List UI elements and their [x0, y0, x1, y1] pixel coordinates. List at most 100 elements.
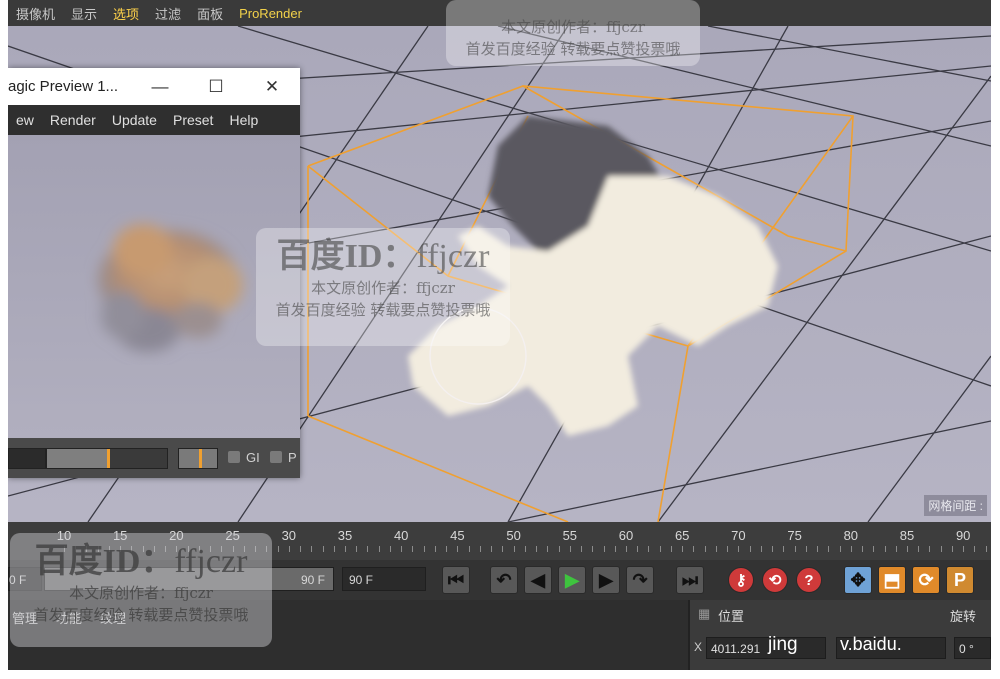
- timeline-tick: [626, 546, 627, 552]
- preview-menu-view[interactable]: ew: [8, 112, 42, 128]
- go-to-start-button[interactable]: ⏮: [442, 566, 470, 594]
- menu-prorender[interactable]: ProRender: [231, 6, 310, 21]
- timeline-tick-label: 55: [562, 528, 578, 543]
- timeline-tick: [951, 546, 953, 552]
- key-parameter-button[interactable]: P: [946, 566, 974, 594]
- close-button[interactable]: ✕: [244, 77, 300, 97]
- timeline-tick: [715, 546, 717, 552]
- timeline-tick-label: 60: [618, 528, 634, 543]
- timeline-tick: [412, 546, 414, 552]
- timeline-tick: [221, 546, 223, 552]
- preview-menu-help[interactable]: Help: [221, 112, 266, 128]
- timeline-tick-label: 35: [337, 528, 353, 543]
- timeline-tick: [524, 546, 526, 552]
- timeline-tick: [468, 546, 470, 552]
- prev-key-button[interactable]: ↶: [490, 566, 518, 594]
- timeline-tick: [311, 546, 313, 552]
- auto-key-button[interactable]: ⟲: [762, 567, 788, 593]
- tab-manage[interactable]: 管理: [12, 608, 38, 627]
- timeline-tick: [895, 546, 897, 552]
- frame-range-slider[interactable]: 90 F: [44, 567, 334, 591]
- maximize-button[interactable]: ☐: [188, 77, 244, 97]
- timeline-tick: [75, 546, 77, 552]
- timeline-tick: [243, 546, 245, 552]
- timeline-tick: [648, 546, 650, 552]
- preview-menu-render[interactable]: Render: [42, 112, 104, 128]
- position-x-field[interactable]: 4011.291: [706, 637, 826, 659]
- minimize-button[interactable]: —: [132, 77, 188, 97]
- timeline-tick: [108, 546, 110, 552]
- menu-camera[interactable]: 摄像机: [8, 4, 63, 23]
- timeline-tick: [547, 546, 549, 552]
- position-header: 位置: [718, 609, 745, 624]
- next-key-button[interactable]: ↷: [626, 566, 654, 594]
- timeline-tick: [142, 546, 144, 552]
- preview-menu-update[interactable]: Update: [104, 112, 165, 128]
- key-help-button[interactable]: ?: [796, 567, 822, 593]
- timeline-tick: [389, 546, 391, 552]
- bottom-panels: 管理 功能 纹理 ▦ 位置 旋转 X 4011.291 0 ° jing v.b…: [8, 600, 991, 670]
- record-keys-button[interactable]: ⚷: [728, 567, 754, 593]
- timeline-tick: [828, 546, 830, 552]
- timeline-tick: [839, 546, 841, 552]
- timeline-tick: [704, 546, 706, 552]
- preview-titlebar[interactable]: agic Preview 1... — ☐ ✕: [8, 68, 300, 105]
- tab-function[interactable]: 功能: [56, 608, 82, 627]
- coordinates-panel: ▦ 位置 旋转 X 4011.291 0 ° jing v.baidu.: [690, 600, 991, 670]
- gi-checkbox[interactable]: [228, 451, 240, 463]
- preview-menu-preset[interactable]: Preset: [165, 112, 221, 128]
- go-to-end-button[interactable]: ⏭: [676, 566, 704, 594]
- timeline-tick: [479, 546, 481, 552]
- tab-texture[interactable]: 纹理: [100, 608, 126, 627]
- object-manager-panel: 管理 功能 纹理: [8, 600, 690, 670]
- timeline-tick: [232, 546, 234, 552]
- menu-filter[interactable]: 过滤: [147, 4, 189, 23]
- preview-mode-select[interactable]: [8, 448, 46, 469]
- timeline-tick-label: 50: [506, 528, 521, 543]
- timeline-tick: [86, 546, 88, 552]
- menu-display[interactable]: 显示: [63, 4, 105, 23]
- viewport-menubar: 摄像机 显示 选项 过滤 面板 ProRender: [8, 0, 991, 26]
- p-checkbox[interactable]: [270, 451, 282, 463]
- timeline-tick: [176, 546, 178, 552]
- timeline-tick: [940, 546, 942, 552]
- timeline-tick: [749, 546, 751, 552]
- timeline-tick: [581, 546, 583, 552]
- timeline-tick: [884, 546, 886, 552]
- preview-quality-slider[interactable]: [46, 448, 168, 469]
- start-frame-field[interactable]: 0 F: [8, 567, 42, 591]
- timeline-tick: [569, 546, 571, 552]
- rotation-header: 旋转: [950, 609, 977, 624]
- timeline-tick: [446, 546, 448, 552]
- timeline-tick-label: 90: [955, 528, 971, 543]
- magic-preview-window: agic Preview 1... — ☐ ✕ ew Render Update…: [8, 68, 300, 478]
- key-scale-button[interactable]: ⬒: [878, 566, 906, 594]
- menu-options[interactable]: 选项: [105, 4, 147, 23]
- timeline-tick: [64, 546, 65, 552]
- timeline-tick: [794, 546, 796, 552]
- cloud-object: [408, 116, 778, 436]
- timeline-tick: [670, 546, 672, 552]
- key-position-button[interactable]: ✥: [844, 566, 872, 594]
- prev-frame-button[interactable]: ◀: [524, 566, 552, 594]
- timeline-tick: [97, 546, 99, 552]
- timeline-tick-label: 70: [731, 528, 746, 543]
- play-button[interactable]: ▶: [558, 566, 586, 594]
- next-frame-button[interactable]: ▶: [592, 566, 620, 594]
- preview-render-canvas[interactable]: [8, 135, 300, 438]
- timeline-tick: [255, 546, 257, 552]
- end-frame-field[interactable]: 90 F: [342, 567, 426, 591]
- key-rotation-button[interactable]: ⟳: [912, 566, 940, 594]
- timeline-tick: [210, 546, 212, 552]
- timeline-tick-label: 15: [112, 528, 128, 543]
- timeline-tick-label: 10: [56, 528, 72, 543]
- timeline-ruler[interactable]: 10 15 20 25 30 35 40 45 50 55 60 65 70 75 80 85 90: [8, 522, 991, 560]
- rotation-h-field[interactable]: 0 °: [954, 637, 991, 659]
- timeline-tick: [850, 546, 852, 552]
- timeline-tick: [434, 546, 436, 552]
- cinema4d-window: 摄像机 显示 选项 过滤 面板 ProRender 网格间距: agic Pr…: [8, 0, 991, 670]
- timeline-tick-label: 85: [899, 528, 915, 543]
- menu-panel[interactable]: 面板: [189, 4, 231, 23]
- timeline-tick: [738, 546, 740, 552]
- timeline-tick: [165, 546, 167, 552]
